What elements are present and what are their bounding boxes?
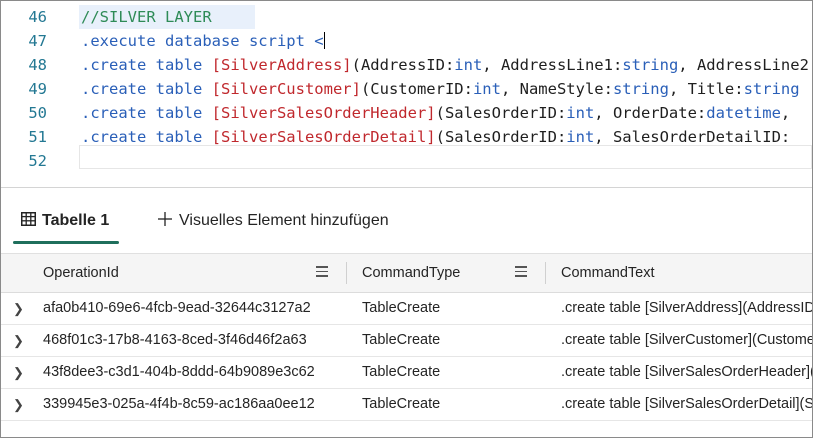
results-tabbar: Tabelle 1 Visuelles Element hinzufügen <box>1 191 812 247</box>
cell-operationid: 468f01c3-17b8-4163-8ced-3f46d46f2a63 <box>43 332 307 348</box>
cell-commandtext: .create table [SilverAddress](AddressID:… <box>561 300 812 316</box>
code-text: .create table [SilverAddress](AddressID:… <box>81 53 812 77</box>
line-number: 46 <box>28 8 47 26</box>
cell-operationid: afa0b410-69e6-4fcb-9ead-32644c3127a2 <box>43 300 311 316</box>
add-visual-label: Visuelles Element hinzufügen <box>179 212 389 229</box>
code-text: .create table [SilverSalesOrderDetail](S… <box>81 125 790 149</box>
column-resize-handle[interactable] <box>346 262 347 284</box>
code-token: , Title: <box>668 80 744 98</box>
expand-row-icon[interactable]: ❯ <box>13 357 24 388</box>
table-icon <box>21 211 36 231</box>
code-token: datetime <box>706 104 781 122</box>
code-token: (SalesOrderID: <box>435 104 567 122</box>
tab-table-1-label: Tabelle 1 <box>42 212 110 229</box>
code-token: int <box>566 128 595 146</box>
cell-commandtype: TableCreate <box>362 332 441 348</box>
code-token: .execute database script < <box>81 32 324 50</box>
cell-operationid: 43f8dee3-c3d1-404b-8ddd-64b9089e3c62 <box>43 364 315 380</box>
expand-row-icon[interactable]: ❯ <box>13 325 24 356</box>
active-tab-indicator <box>13 241 119 244</box>
code-token: (CustomerID: <box>360 80 473 98</box>
table-row[interactable]: ❯ 339945e3-025a-4f4b-8c59-ac186aa0ee12 Tab… <box>1 389 812 421</box>
expand-row-icon[interactable]: ❯ <box>13 293 24 324</box>
code-line[interactable]: 51 .create table [SilverSalesOrderDetail]… <box>1 125 812 149</box>
line-number: 47 <box>28 32 47 50</box>
code-token: string <box>612 80 669 98</box>
code-token: , AddressLine2: <box>678 56 812 74</box>
app-frame: 46 //SILVER LAYER 47 .execute database scri… <box>0 0 813 438</box>
expand-row-icon[interactable]: ❯ <box>13 389 24 420</box>
code-token: (AddressID: <box>351 56 455 74</box>
code-token: [SilverCustomer] <box>211 80 361 98</box>
results-grid: OperationId CommandType CommandText ❯ afa… <box>1 253 812 437</box>
text-caret <box>323 32 325 49</box>
code-line[interactable]: 52 <box>1 149 812 173</box>
line-number: 48 <box>28 56 47 74</box>
table-row[interactable]: ❯ 468f01c3-17b8-4163-8ced-3f46d46f2a63 Tab… <box>1 325 812 357</box>
line-number: 51 <box>28 128 47 146</box>
column-menu-icon[interactable] <box>316 266 328 280</box>
line-number: 52 <box>28 152 47 170</box>
table-row[interactable]: ❯ afa0b410-69e6-4fcb-9ead-32644c3127a2 Tab… <box>1 293 812 325</box>
pane-divider[interactable] <box>1 187 812 188</box>
tab-table-1[interactable]: Tabelle 1 <box>21 209 109 233</box>
cell-commandtype: TableCreate <box>362 300 441 316</box>
add-visual-button[interactable]: Visuelles Element hinzufügen <box>157 209 389 233</box>
code-token: [SilverSalesOrderDetail] <box>211 128 436 146</box>
cell-commandtext: .create table [SilverSalesOrderDetail](S… <box>561 396 812 412</box>
cell-commandtype: TableCreate <box>362 364 441 380</box>
cell-commandtext: .create table [SilverSalesOrderHeader](S… <box>561 364 812 380</box>
code-token: int <box>454 56 483 74</box>
code-token: .create table <box>81 56 212 74</box>
cell-commandtext: .create table [SilverCustomer](CustomerI… <box>561 332 812 348</box>
code-token: , SalesOrderDetailID: <box>594 128 791 146</box>
code-token: , AddressLine1: <box>482 56 623 74</box>
line-number: 50 <box>28 104 47 122</box>
code-text: .execute database script < <box>81 29 325 53</box>
code-token: string <box>622 56 679 74</box>
column-resize-handle[interactable] <box>545 262 546 284</box>
code-token: , <box>780 104 791 122</box>
code-token: .create table <box>81 128 212 146</box>
code-line[interactable]: 48 .create table [SilverAddress](AddressI… <box>1 53 812 77</box>
cell-operationid: 339945e3-025a-4f4b-8c59-ac186aa0ee12 <box>43 396 315 412</box>
code-line[interactable]: 49 .create table [SilverCustomer](Custome… <box>1 77 812 101</box>
query-editor[interactable]: 46 //SILVER LAYER 47 .execute database scri… <box>1 1 812 183</box>
code-token: (SalesOrderID: <box>435 128 567 146</box>
table-row[interactable]: ❯ 43f8dee3-c3d1-404b-8ddd-64b9089e3c62 Tab… <box>1 357 812 389</box>
column-header-commandtype[interactable]: CommandType <box>362 254 460 292</box>
code-text: .create table [SilverSalesOrderHeader](S… <box>81 101 790 125</box>
code-line[interactable]: 47 .execute database script < <box>1 29 812 53</box>
code-token: //SILVER LAYER <box>81 8 212 26</box>
code-token: int <box>472 80 501 98</box>
code-token: .create table <box>81 80 212 98</box>
code-token: string <box>743 80 800 98</box>
line-number: 49 <box>28 80 47 98</box>
code-line[interactable]: 50 .create table [SilverSalesOrderHeader]… <box>1 101 812 125</box>
column-header-operationid[interactable]: OperationId <box>43 254 119 292</box>
plus-icon <box>157 211 173 232</box>
column-menu-icon[interactable] <box>515 266 527 280</box>
code-token: , OrderDate: <box>594 104 707 122</box>
cell-commandtype: TableCreate <box>362 396 441 412</box>
grid-header: OperationId CommandType CommandText <box>1 254 812 293</box>
code-text: //SILVER LAYER <box>81 5 212 29</box>
code-token: , NameStyle: <box>500 80 613 98</box>
code-token: .create table <box>81 104 212 122</box>
code-token: [SilverAddress] <box>211 56 352 74</box>
code-line[interactable]: 46 //SILVER LAYER <box>1 5 812 29</box>
code-token: [SilverSalesOrderHeader] <box>211 104 436 122</box>
code-token: int <box>566 104 595 122</box>
column-header-commandtext[interactable]: CommandText <box>561 254 654 292</box>
code-text: .create table [SilverCustomer](CustomerI… <box>81 77 800 101</box>
